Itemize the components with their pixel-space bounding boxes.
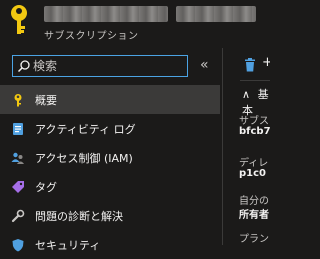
tag-icon	[12, 180, 24, 193]
field-label: プラン	[239, 234, 269, 245]
nav-item-overview[interactable]: 概要	[0, 85, 220, 114]
wrench-icon	[11, 209, 25, 222]
pane-divider	[222, 48, 223, 245]
nav-item-label: 概要	[35, 93, 57, 107]
key-icon	[11, 5, 27, 34]
field-label: 自分の	[239, 196, 269, 207]
search-input[interactable]	[33, 57, 183, 75]
field-label: サブス	[239, 116, 269, 127]
field-value: bfcb7f	[239, 126, 270, 137]
people-icon	[11, 152, 24, 164]
nav-item-label: タグ	[35, 180, 57, 194]
nav-item-label: 問題の診断と解決	[35, 209, 123, 223]
nav-item-label: アクティビティ ログ	[35, 122, 136, 136]
nav-item-label: アクセス制御 (IAM)	[35, 151, 133, 165]
nav-item-access-control[interactable]: アクセス制御 (IAM)	[0, 143, 220, 172]
overview-pane: + ∧ 基本 サブス bfcb7f ディレ p1c0 ( 自分の 所有者 プラン	[232, 0, 270, 245]
field-value[interactable]: p1c0 (	[239, 168, 270, 179]
nav-item-tags[interactable]: タグ	[0, 172, 220, 201]
resource-type-label: サブスクリプション	[44, 31, 139, 42]
add-button[interactable]: +	[262, 55, 270, 70]
nav-item-activity-log[interactable]: アクティビティ ログ	[0, 114, 220, 143]
subscription-name-redacted	[44, 6, 168, 22]
field-value: 所有者	[239, 210, 269, 221]
chevron-up-icon: ∧	[242, 88, 251, 101]
field-label: ディレ	[239, 158, 269, 169]
resource-menu: 概要 アクティビティ ログ アクセス制御 (IAM) タグ 問題の診断と解決 セ…	[0, 85, 220, 259]
search-box[interactable]	[12, 55, 188, 77]
activity-log-icon	[13, 122, 23, 135]
key-icon	[14, 93, 22, 106]
search-icon	[17, 60, 30, 73]
nav-item-diagnose[interactable]: 問題の診断と解決	[0, 201, 220, 230]
delete-icon[interactable]	[244, 58, 256, 72]
collapse-menu-button[interactable]: «	[200, 57, 209, 73]
header: サブスクリプション	[0, 0, 270, 48]
toolbar-divider	[240, 80, 270, 81]
